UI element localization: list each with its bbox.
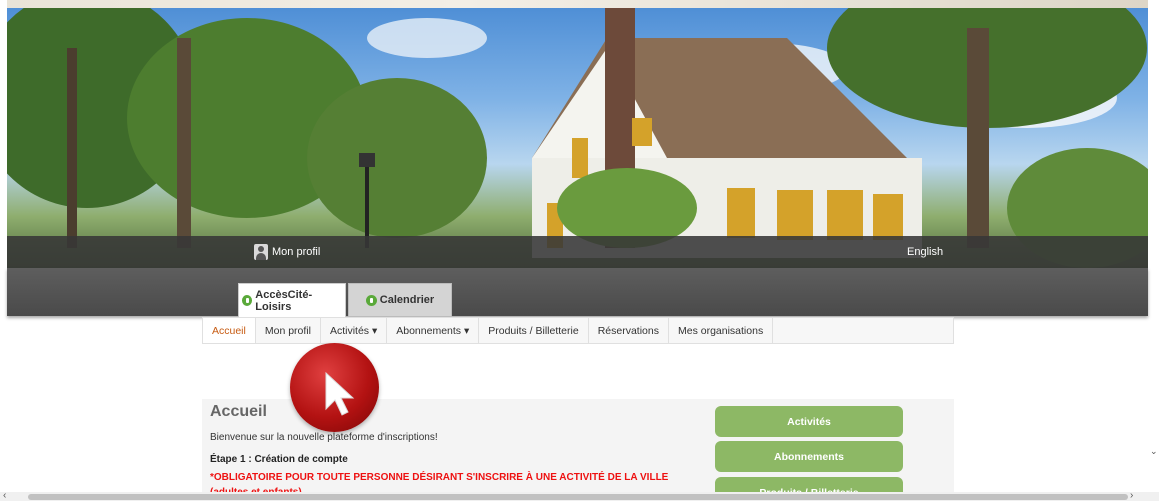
menu-item-reservations[interactable]: Réservations	[589, 318, 669, 343]
profile-link-label: Mon profil	[272, 246, 321, 258]
top-strip	[7, 0, 1148, 8]
tab-label: Calendrier	[379, 294, 435, 306]
user-bar	[7, 236, 1148, 268]
main-menu: Accueil Mon profil Activités ▾ Abonnemen…	[202, 317, 954, 344]
user-avatar-icon	[254, 244, 268, 260]
language-toggle[interactable]: English	[907, 246, 943, 258]
horizontal-scrollbar-thumb[interactable]	[28, 494, 1128, 500]
page-title: Accueil	[210, 403, 267, 420]
browser-viewport: Mon profil English AccèsCité-Loisirs Cal…	[0, 0, 1159, 501]
green-leaf-icon	[365, 294, 377, 306]
tab-label: AccèsCité-Loisirs	[255, 288, 313, 313]
banner-illustration	[7, 8, 1148, 268]
abonnements-button[interactable]: Abonnements	[715, 441, 903, 472]
menu-item-produits-billetterie[interactable]: Produits / Billetterie	[479, 318, 589, 343]
scroll-down-icon[interactable]: ⌄	[1150, 446, 1158, 457]
step1-heading: Étape 1 : Création de compte	[210, 454, 348, 465]
menu-item-abonnements[interactable]: Abonnements ▾	[387, 318, 480, 343]
tab-calendrier[interactable]: Calendrier	[348, 283, 452, 317]
activites-button[interactable]: Activités	[715, 406, 903, 437]
profile-link[interactable]: Mon profil	[254, 243, 320, 261]
welcome-text: Bienvenue sur la nouvelle plateforme d'i…	[210, 432, 438, 443]
scroll-right-icon[interactable]: ›	[1130, 490, 1133, 501]
tab-accescite-loisirs[interactable]: AccèsCité-Loisirs	[238, 283, 346, 317]
app-tab-strip	[7, 268, 1148, 316]
menu-item-mes-organisations[interactable]: Mes organisations	[669, 318, 774, 343]
scroll-left-icon[interactable]: ‹	[3, 490, 6, 501]
mouse-pointer-arrow-icon	[325, 371, 355, 416]
green-leaf-icon	[242, 295, 253, 306]
menu-item-activites[interactable]: Activités ▾	[321, 318, 388, 343]
menu-item-accueil[interactable]: Accueil	[203, 318, 256, 343]
banner-image	[7, 8, 1148, 268]
cursor-highlight	[290, 343, 379, 432]
menu-item-mon-profil[interactable]: Mon profil	[256, 318, 321, 343]
